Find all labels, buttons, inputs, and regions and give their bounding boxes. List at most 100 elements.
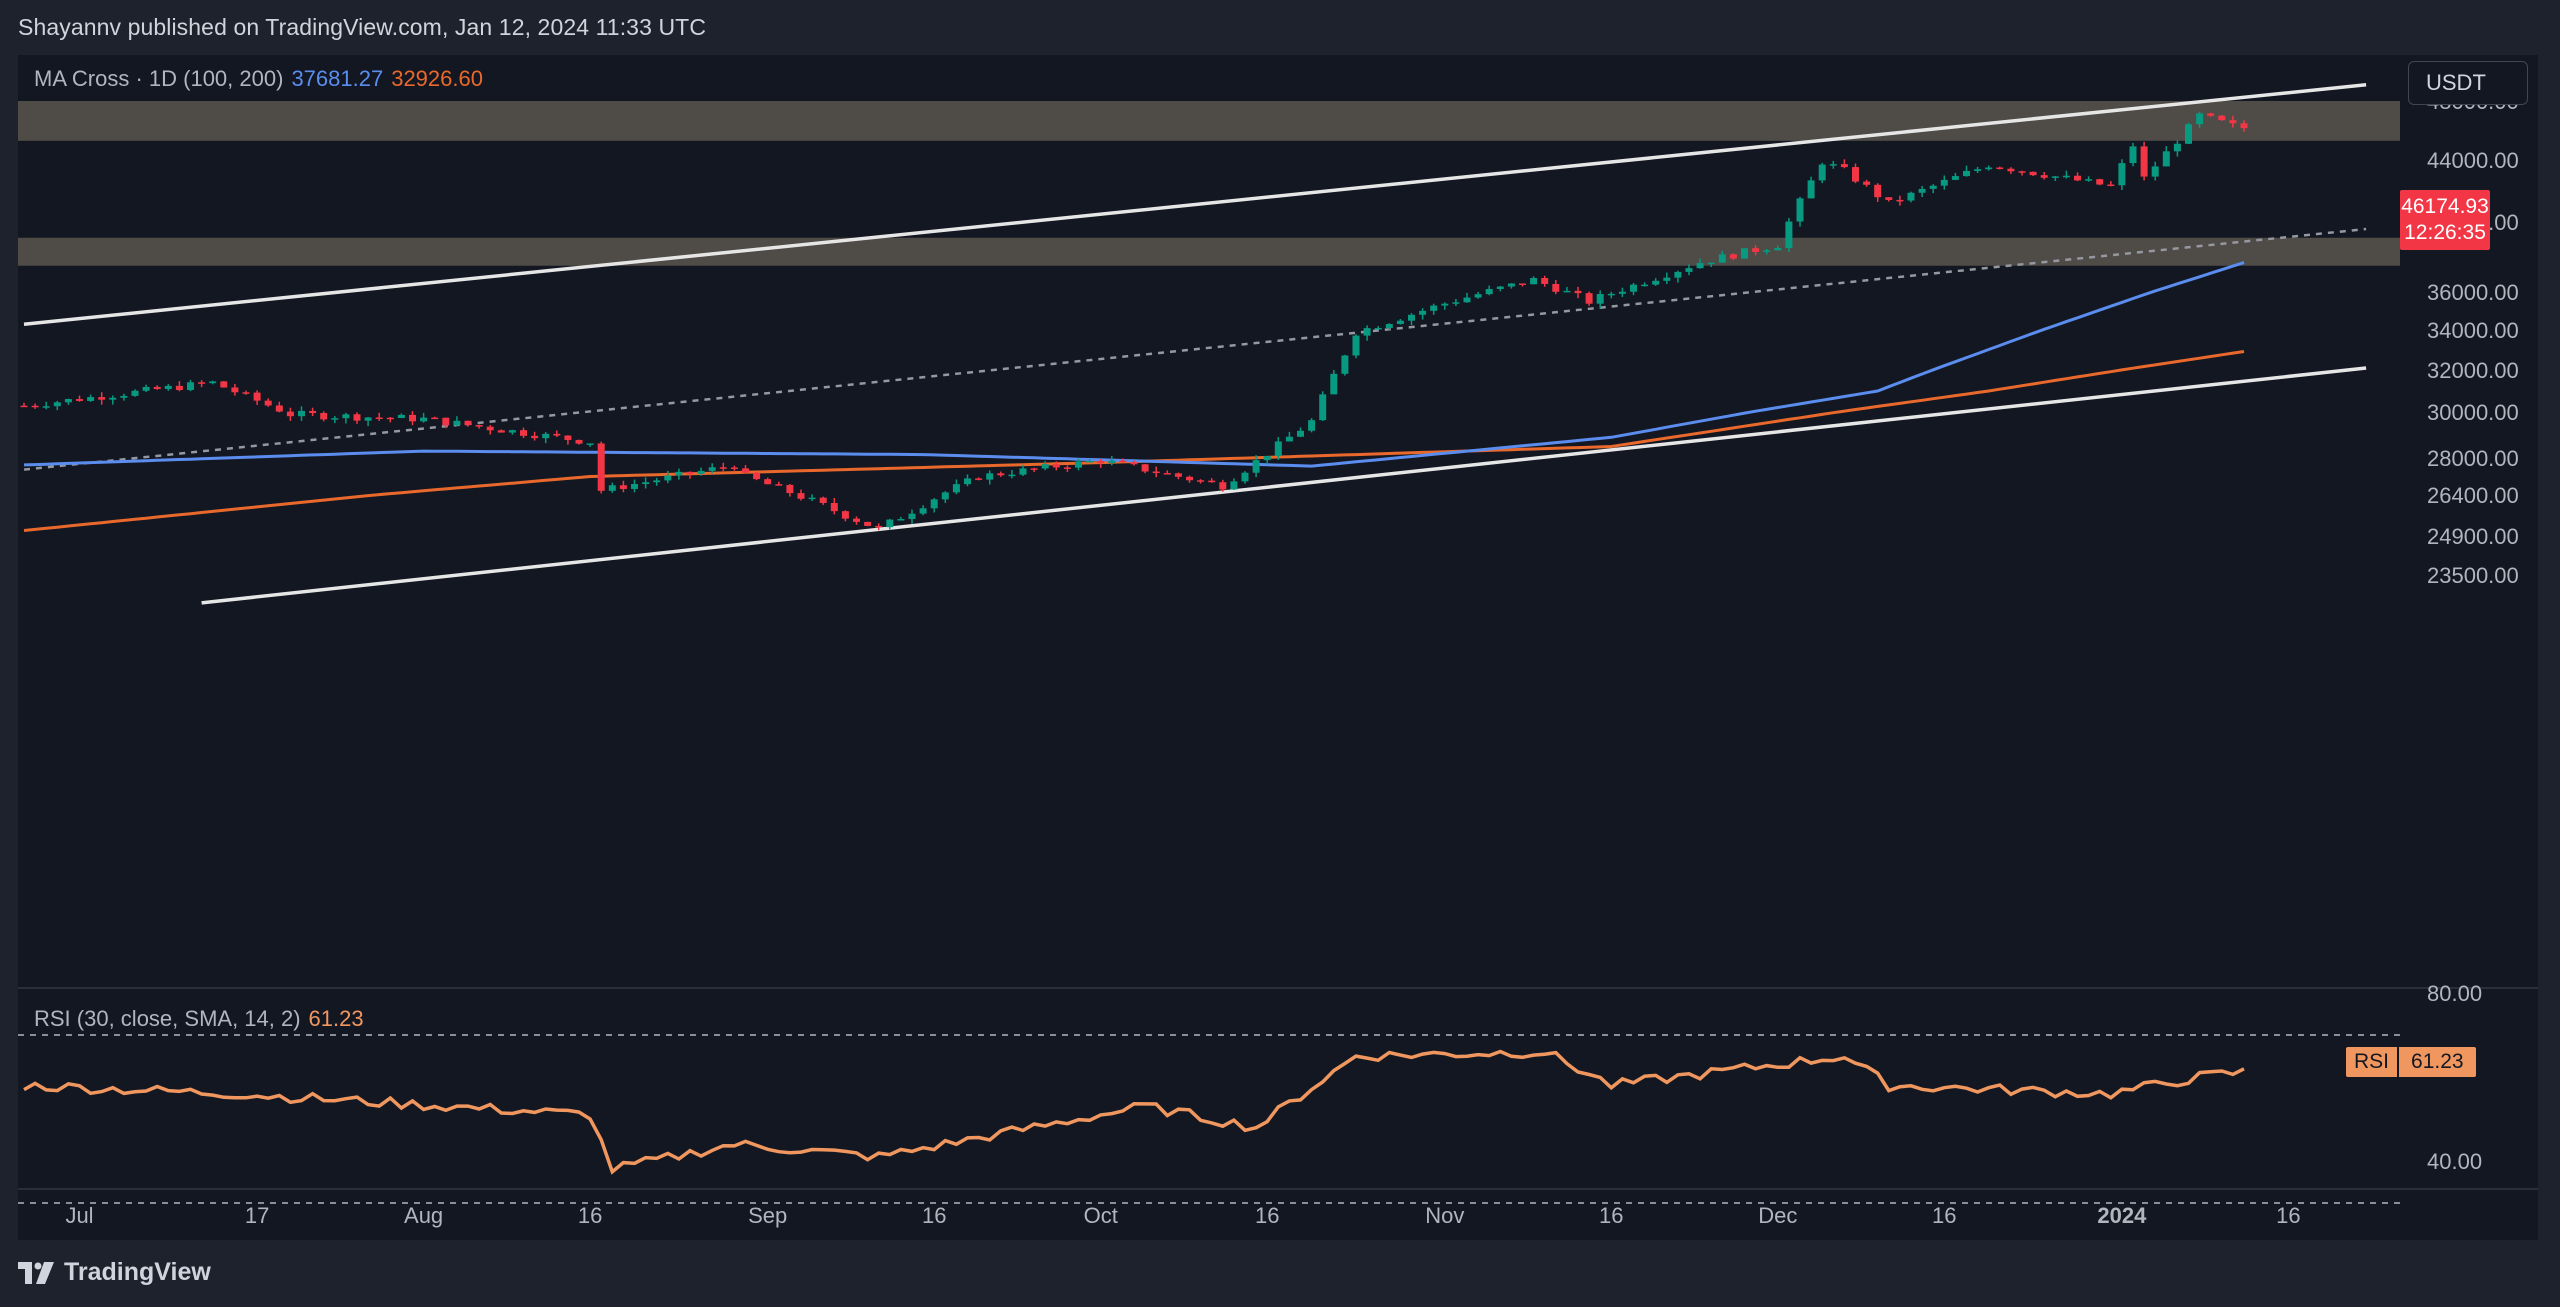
candle-body bbox=[242, 392, 250, 394]
candle-body bbox=[1374, 327, 1382, 330]
candle-body bbox=[87, 397, 95, 401]
candle-body bbox=[1230, 481, 1238, 490]
candle-body bbox=[486, 426, 494, 431]
candle-body bbox=[575, 439, 583, 444]
candle-body bbox=[653, 480, 661, 483]
candle-body bbox=[875, 525, 883, 528]
candle-body bbox=[76, 399, 83, 401]
candle-body bbox=[619, 485, 627, 489]
candle-body bbox=[1574, 290, 1582, 294]
candle-body bbox=[1741, 248, 1748, 259]
rsi-label: RSI (30, close, SMA, 14, 2) bbox=[34, 1006, 301, 1031]
price-tick-label: 23500.00 bbox=[2427, 563, 2519, 588]
chart-area[interactable]: 48000.0044000.0040000.0036000.0034000.00… bbox=[18, 55, 2538, 1240]
currency-button[interactable]: USDT bbox=[2408, 61, 2528, 105]
candle-body bbox=[520, 430, 527, 436]
candle-body bbox=[1330, 373, 1338, 395]
candle-body bbox=[1840, 164, 1848, 168]
candle-body bbox=[1729, 254, 1737, 259]
candle-body bbox=[664, 475, 672, 481]
candle-body bbox=[952, 484, 960, 493]
candle-body bbox=[1874, 184, 1882, 198]
candle-body bbox=[187, 382, 194, 390]
candle-body bbox=[1652, 280, 1660, 285]
candle-body bbox=[797, 493, 805, 499]
candle-body bbox=[564, 435, 572, 440]
rsi-legend: RSI (30, close, SMA, 14, 2) 61.23 bbox=[34, 1006, 364, 1032]
candle-body bbox=[1441, 303, 1449, 306]
current-price: 46174.93 bbox=[2401, 195, 2489, 218]
candle-body bbox=[908, 513, 916, 520]
candle-body bbox=[420, 417, 428, 422]
candle-body bbox=[442, 417, 450, 426]
candle-body bbox=[209, 381, 217, 384]
candle-body bbox=[409, 414, 416, 422]
candle-body bbox=[997, 473, 1005, 476]
candle-body bbox=[1141, 464, 1149, 472]
candle-body bbox=[1963, 170, 1970, 177]
price-tick-label: 24900.00 bbox=[2427, 524, 2519, 549]
tradingview-brand: TradingView bbox=[64, 1258, 211, 1286]
candle-body bbox=[1596, 294, 1604, 304]
candle-body bbox=[397, 414, 405, 419]
candle-body bbox=[786, 484, 794, 494]
candle-body bbox=[1940, 179, 1948, 186]
candle-body bbox=[2140, 146, 2148, 177]
candle-body bbox=[453, 420, 461, 426]
candle-body bbox=[719, 467, 727, 469]
candle-body bbox=[542, 433, 550, 439]
candle-body bbox=[2129, 146, 2137, 164]
candle-body bbox=[53, 402, 61, 407]
candle-body bbox=[2040, 175, 2048, 178]
candle-body bbox=[1663, 277, 1671, 281]
candle-body bbox=[686, 471, 694, 474]
candle-body bbox=[1086, 460, 1094, 463]
chart-canvas[interactable]: 48000.0044000.0040000.0036000.0034000.00… bbox=[18, 55, 2538, 1240]
candle-body bbox=[841, 511, 849, 519]
candle-body bbox=[1041, 464, 1049, 469]
candle-body bbox=[109, 397, 117, 400]
candle-body bbox=[1019, 468, 1027, 475]
candle-body bbox=[2096, 179, 2104, 185]
candle-body bbox=[2196, 113, 2204, 125]
candle-body bbox=[1408, 314, 1415, 321]
candle-body bbox=[508, 430, 516, 433]
candle-body bbox=[586, 443, 594, 445]
candle-body bbox=[886, 519, 894, 528]
candle-body bbox=[1607, 293, 1615, 296]
candle-body bbox=[253, 392, 261, 401]
candle-body bbox=[1363, 328, 1371, 336]
time-tick-label: Oct bbox=[1084, 1203, 1118, 1228]
candle-body bbox=[819, 497, 827, 504]
candle-body bbox=[919, 508, 927, 514]
candle-body bbox=[1274, 441, 1282, 456]
candle-body bbox=[764, 479, 772, 485]
candle-body bbox=[631, 484, 638, 489]
candle-body bbox=[175, 385, 183, 390]
candle-body bbox=[2173, 143, 2181, 152]
price-tick-label: 28000.00 bbox=[2427, 446, 2519, 471]
candle-body bbox=[1785, 221, 1793, 249]
candle-body bbox=[1929, 185, 1937, 189]
price-tick-label: 32000.00 bbox=[2427, 358, 2519, 383]
candle-body bbox=[298, 410, 305, 417]
candle-body bbox=[675, 471, 683, 476]
candle-body bbox=[642, 482, 650, 485]
rsi-tag-label: RSI bbox=[2346, 1047, 2398, 1077]
candle-body bbox=[1641, 284, 1649, 287]
candle-body bbox=[742, 468, 749, 473]
candle-body bbox=[553, 433, 561, 436]
candle-body bbox=[1585, 293, 1593, 304]
time-tick-label: Aug bbox=[404, 1203, 443, 1228]
time-tick-label: Nov bbox=[1425, 1203, 1464, 1228]
candle-body bbox=[1152, 471, 1160, 474]
candle-body bbox=[2151, 166, 2159, 177]
candle-body bbox=[1186, 476, 1193, 481]
candle-body bbox=[1241, 472, 1249, 482]
candle-body bbox=[1097, 460, 1105, 464]
candle-body bbox=[1707, 262, 1715, 265]
candle-body bbox=[475, 425, 483, 427]
tradingview-logo[interactable]: TradingView bbox=[18, 1258, 211, 1287]
candle-body bbox=[2218, 115, 2226, 121]
tradingview-logo-icon bbox=[18, 1261, 54, 1284]
